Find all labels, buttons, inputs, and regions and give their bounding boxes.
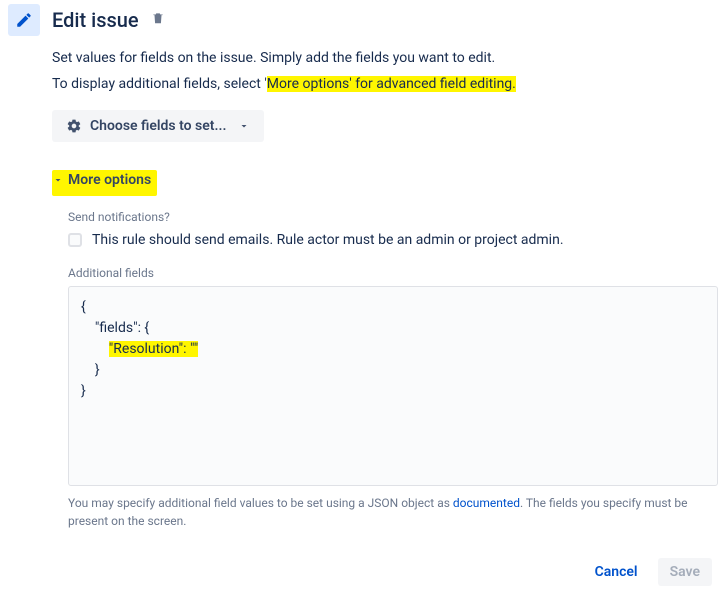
json-line-1: { [81, 299, 86, 315]
description-line-1: Set values for fields on the issue. Simp… [52, 50, 718, 66]
trash-icon [151, 11, 165, 25]
page-title: Edit issue [52, 8, 139, 32]
additional-fields-help: You may specify additional field values … [68, 494, 718, 530]
cancel-button[interactable]: Cancel [583, 558, 650, 586]
send-notifications-label: Send notifications? [68, 210, 718, 224]
more-options-section: More options [52, 170, 718, 196]
dialog-header: Edit issue [8, 4, 718, 36]
pencil-icon [15, 11, 33, 29]
json-line-3-highlight: "Resolution": "" [109, 341, 198, 357]
choose-fields-button[interactable]: Choose fields to set... [52, 110, 264, 142]
gear-icon [66, 118, 82, 134]
chevron-down-icon [238, 120, 250, 132]
choose-fields-label: Choose fields to set... [90, 118, 226, 134]
send-notifications-row: This rule should send emails. Rule actor… [68, 232, 718, 248]
json-line-2: "fields": { [81, 320, 149, 336]
more-options-label: More options [68, 172, 151, 188]
description-line-2: To display additional fields, select 'Mo… [52, 76, 718, 92]
json-line-3-indent [81, 341, 109, 357]
delete-button[interactable] [151, 11, 165, 29]
additional-fields-input[interactable]: { "fields": { "Resolution": "" } } [68, 286, 718, 486]
send-notifications-text: This rule should send emails. Rule actor… [92, 232, 564, 248]
save-button[interactable]: Save [658, 558, 712, 586]
more-options-highlight: More options [52, 170, 157, 196]
json-line-5: } [81, 383, 86, 399]
chevron-down-icon [52, 174, 64, 186]
desc-line2-prefix: To display additional fields, select ' [52, 76, 267, 92]
additional-fields-label: Additional fields [68, 266, 718, 280]
documented-link[interactable]: documented [453, 496, 520, 510]
help-before: You may specify additional field values … [68, 496, 453, 510]
json-line-4: } [81, 362, 100, 378]
desc-line2-highlight: More options' for advanced field editing… [267, 76, 516, 92]
footer-actions: Cancel Save [8, 558, 718, 586]
more-options-toggle[interactable]: More options [52, 172, 153, 192]
edit-icon-box [8, 4, 40, 36]
send-notifications-checkbox[interactable] [68, 233, 82, 247]
